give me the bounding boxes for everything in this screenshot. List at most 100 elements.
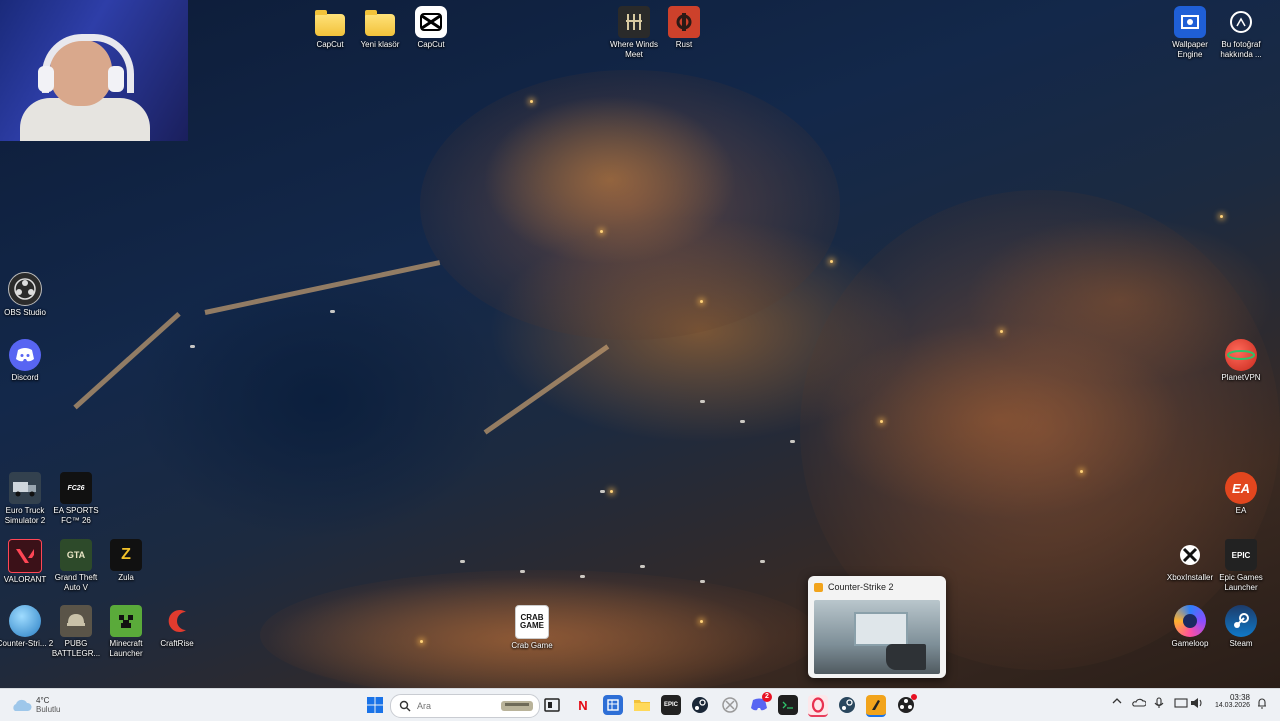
truck-icon [9, 472, 41, 504]
xbox-taskbar-icon[interactable] [720, 695, 740, 715]
taskbar: 4°C Bulutlu N EPIC 2 [0, 688, 1280, 721]
where-winds-meet-icon [618, 6, 650, 38]
desktop-icon-valorant[interactable]: VALORANT [0, 539, 53, 585]
info-camera-icon [1230, 11, 1252, 33]
minecraft-icon [110, 605, 142, 637]
wallpaper-boat [460, 560, 465, 563]
desktop-icon-ea[interactable]: EA EA [1213, 472, 1269, 516]
search-icon [399, 700, 411, 712]
wallpaper-light [610, 490, 613, 493]
wallpaper-light [1220, 215, 1223, 218]
taskbar-window-preview[interactable]: Counter-Strike 2 [808, 576, 946, 678]
gta-icon: GTA [60, 539, 92, 571]
steam-icon [1225, 605, 1257, 637]
terminal-icon[interactable] [778, 695, 798, 715]
wallpaper-boat [740, 420, 745, 423]
wallpaper-pier-left [73, 311, 181, 410]
microphone-icon[interactable] [1154, 697, 1164, 712]
obs-taskbar-icon[interactable] [896, 694, 917, 715]
opera-gx-taskbar-icon[interactable] [808, 695, 828, 717]
wallpaper-boat [520, 570, 525, 573]
wallpaper-boat [760, 560, 765, 563]
desktop-icon-minecraft[interactable]: Minecraft Launcher [98, 605, 154, 659]
preview-titlebar: Counter-Strike 2 [808, 576, 946, 598]
desktop-icon-crab-game[interactable]: CRAB GAME Crab Game [504, 605, 560, 651]
clock-date: 14.03.2026 [1214, 702, 1250, 709]
wallpaper-engine-icon [1174, 6, 1206, 38]
wallpaper-light [530, 100, 533, 103]
desktop-icon-steam[interactable]: Steam [1213, 605, 1269, 649]
globe-icon [9, 605, 41, 637]
desktop-icon-capcut[interactable]: CapCut [403, 6, 459, 50]
capcut-icon [415, 6, 447, 38]
craftrise-icon [161, 605, 193, 637]
desktop-icon-yeni-klasor[interactable]: Yeni klasör [352, 6, 408, 50]
webcam-person [20, 34, 150, 141]
pubg-icon [60, 605, 92, 637]
wallpaper-light [1080, 470, 1083, 473]
wallpaper-boat [700, 580, 705, 583]
cloud-icon [13, 699, 32, 711]
wallpaper-pier-top [204, 260, 441, 315]
desktop-icon-epic-games[interactable]: EPIC Epic Games Launcher [1213, 539, 1269, 593]
task-view-icon[interactable] [542, 695, 562, 715]
desktop-icon-where-winds-meet[interactable]: Where Winds Meet [606, 6, 662, 60]
notification-bell-icon[interactable] [1256, 697, 1268, 712]
wallpaper-boat [640, 565, 645, 568]
discord-taskbar-icon[interactable]: 2 [749, 692, 772, 715]
onedrive-icon[interactable] [1132, 697, 1147, 710]
desktop-icon-rust[interactable]: Rust [656, 6, 712, 50]
wallpaper-light [420, 640, 423, 643]
fc26-icon: FC26 [60, 472, 92, 504]
desktop-icon-gta5[interactable]: GTA Grand Theft Auto V [48, 539, 104, 593]
epic-games-taskbar-icon[interactable]: EPIC [661, 695, 681, 715]
wallpaper-light [830, 260, 833, 263]
desktop-icon-zula[interactable]: Z Zula [98, 539, 154, 583]
epic-icon: EPIC [1225, 539, 1257, 571]
desktop-icon-about-photo[interactable]: Bu fotoğraf hakkında ... [1213, 6, 1269, 60]
start-button[interactable] [365, 695, 385, 715]
search-highlight-icon [501, 701, 533, 711]
steam-taskbar-icon[interactable] [690, 695, 710, 715]
clock[interactable]: 03:38 14.03.2026 [1210, 693, 1250, 709]
webcam-overlay [0, 0, 188, 141]
wallpaper-boat [330, 310, 335, 313]
wallpaper-boat [700, 400, 705, 403]
wallpaper-boat [790, 440, 795, 443]
wallpaper-light [1000, 330, 1003, 333]
discord-icon [9, 339, 41, 371]
desktop-icon-pubg[interactable]: PUBG BATTLEGR... [48, 605, 104, 659]
desktop-icon-obs[interactable]: OBS Studio [0, 272, 53, 318]
taskbar-search-box[interactable] [390, 694, 540, 718]
discord-notification-badge: 2 [762, 692, 772, 702]
desktop-icon-wallpaper-engine[interactable]: Wallpaper Engine [1162, 6, 1218, 60]
desktop-icon-xbox-installer[interactable]: XboxInstaller [1162, 539, 1218, 583]
desktop-icon-capcut-folder[interactable]: CapCut [302, 6, 358, 50]
steam-client-taskbar-icon[interactable] [837, 695, 857, 715]
folder-icon [364, 6, 396, 38]
desktop-icon-craftrise[interactable]: CraftRise [149, 605, 205, 649]
chevron-up-icon[interactable] [1112, 697, 1122, 708]
weather-widget[interactable]: 4°C Bulutlu [10, 693, 60, 717]
desktop-icon-discord[interactable]: Discord [0, 339, 53, 383]
speaker-icon[interactable] [1190, 697, 1204, 712]
desktop-icon-counter-strike-2[interactable]: Counter-Stri... 2 [0, 605, 53, 649]
desktop-icon-gameloop[interactable]: Gameloop [1162, 605, 1218, 649]
wallpaper-old-town [420, 70, 840, 340]
weather-temp: 4°C [36, 696, 50, 705]
network-icon[interactable] [1174, 697, 1188, 712]
valorant-icon [8, 539, 42, 573]
search-input[interactable] [415, 700, 499, 712]
taskbar-app-blue-icon[interactable] [603, 695, 623, 715]
netflix-icon[interactable]: N [573, 695, 593, 715]
desktop-icon-planetvpn[interactable]: PlanetVPN [1213, 339, 1269, 383]
desktop-icon-euro-truck-2[interactable]: Euro Truck Simulator 2 [0, 472, 53, 526]
desktop-icon-ea-fc26[interactable]: FC26 EA SPORTS FC™ 26 [48, 472, 104, 526]
desktop: CapCut Yeni klasör CapCut Where Winds Me… [0, 0, 1280, 688]
file-explorer-icon[interactable] [632, 695, 652, 715]
wallpaper-boat [600, 490, 605, 493]
counter-strike-taskbar-icon[interactable] [866, 695, 886, 717]
preview-thumbnail[interactable] [814, 600, 940, 674]
wallpaper-boat [190, 345, 195, 348]
wallpaper-light [600, 230, 603, 233]
